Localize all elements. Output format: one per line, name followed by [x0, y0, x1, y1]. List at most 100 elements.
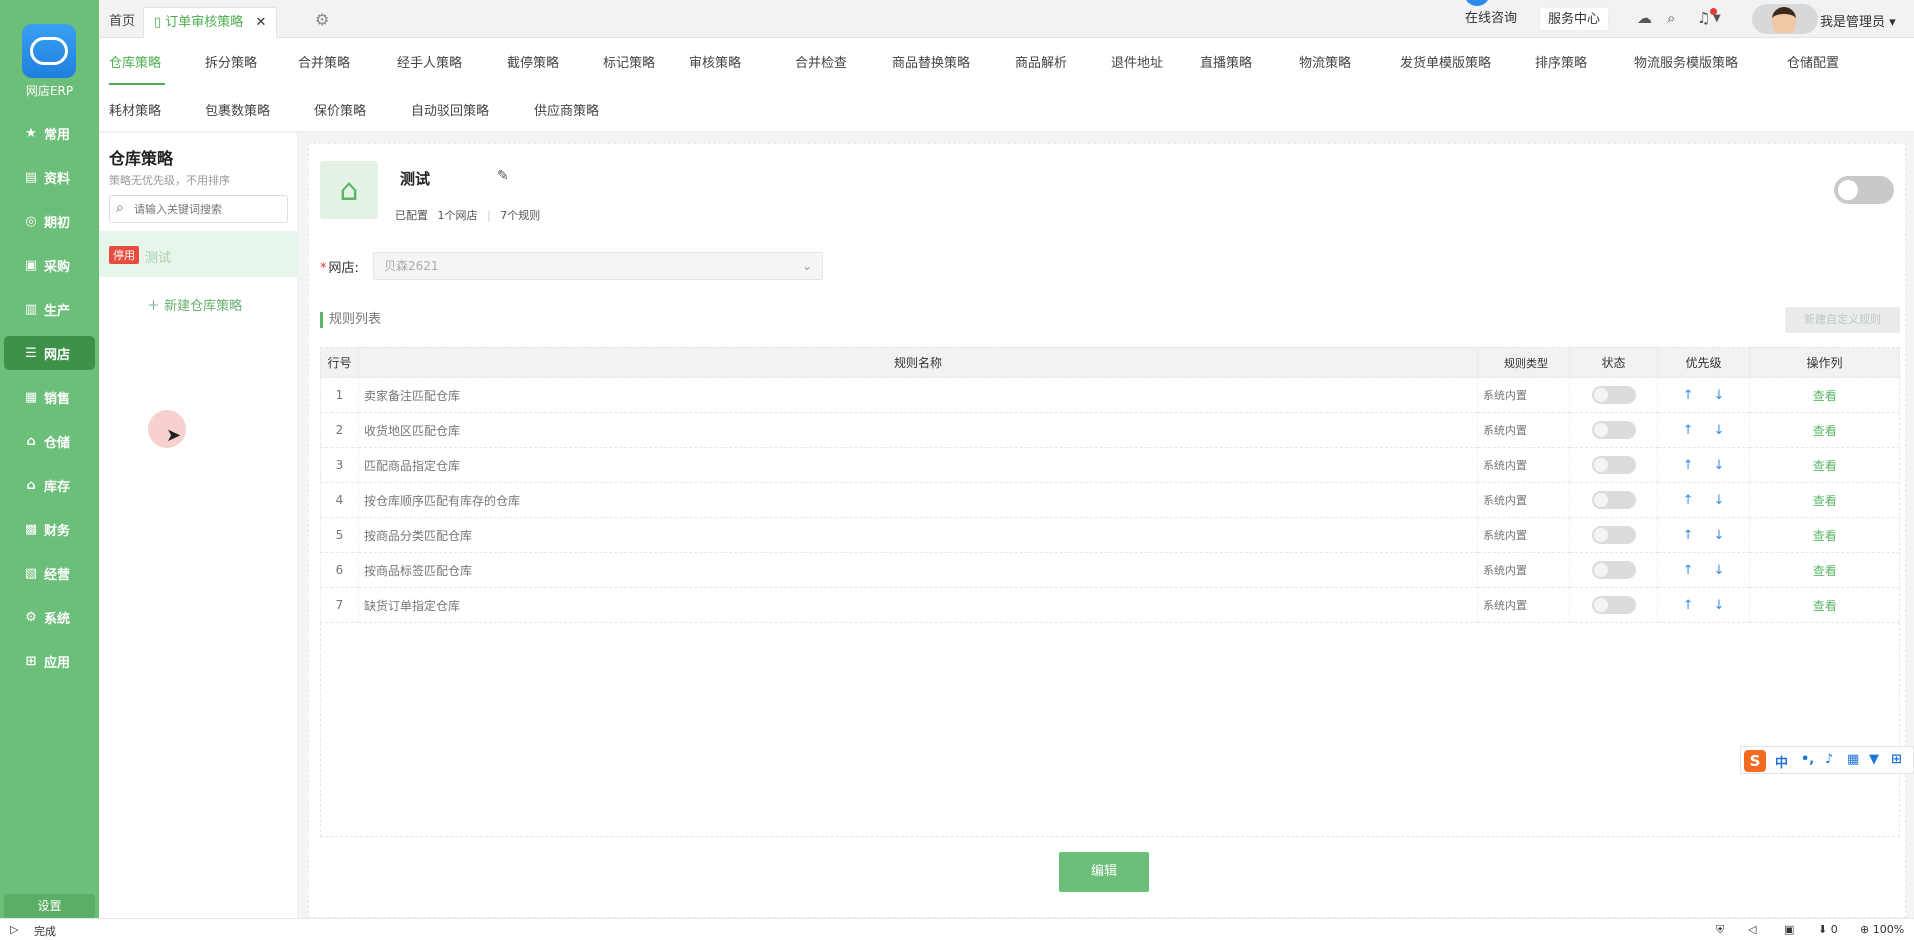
tab-strategy-10[interactable]: 退件地址 — [1111, 52, 1163, 71]
tab-strategy-5[interactable]: 标记策略 — [603, 52, 655, 71]
tab-strategy-7[interactable]: 合并检查 — [795, 52, 847, 71]
search-input[interactable] — [134, 200, 284, 218]
tab-strategy-12[interactable]: 物流策略 — [1299, 52, 1351, 71]
arrow-up-icon[interactable]: ↑ — [1683, 528, 1694, 543]
arrow-down-icon[interactable]: ↓ — [1714, 528, 1725, 543]
bell-icon[interactable]: ♫ — [1697, 9, 1710, 27]
user-name[interactable]: 我是管理员 ▾ — [1820, 11, 1896, 30]
microphone-icon[interactable]: ♪ — [1825, 752, 1833, 767]
tab-order-audit-strategy[interactable]: ▯ 订单审核策略 ✕ — [143, 7, 278, 38]
online-consult-button[interactable]: 在线咨询 — [1457, 7, 1525, 31]
sidebar-item-11[interactable]: ⚙ 系统 — [4, 600, 95, 634]
tab-strategy-row2-2[interactable]: 保价策略 — [314, 100, 366, 119]
speaker-icon[interactable]: ◁ — [1748, 923, 1756, 936]
arrow-down-icon[interactable]: ↓ — [1714, 388, 1725, 403]
tab-strategy-8[interactable]: 商品替换策略 — [892, 52, 970, 71]
tab-strategy-11[interactable]: 直播策略 — [1200, 52, 1252, 71]
view-link[interactable]: 查看 — [1813, 599, 1837, 613]
sidebar-item-7[interactable]: ⌂ 仓储 — [4, 424, 95, 458]
sidebar-item-10[interactable]: ▧ 经营 — [4, 556, 95, 590]
tab-strategy-4[interactable]: 截停策略 — [507, 52, 559, 71]
rule-state-toggle[interactable] — [1591, 421, 1636, 439]
download-count[interactable]: ⬇ 0 — [1818, 923, 1838, 936]
strategy-enable-toggle[interactable] — [1834, 176, 1894, 204]
arrow-down-icon[interactable]: ↓ — [1714, 563, 1725, 578]
tab-strategy-0[interactable]: 仓库策略 — [109, 52, 161, 71]
tab-strategy-13[interactable]: 发货单模版策略 — [1400, 52, 1491, 71]
briefcase-icon[interactable]: ▣ — [1784, 923, 1794, 936]
avatar[interactable] — [1752, 4, 1818, 34]
tab-strategy-16[interactable]: 仓储配置 — [1787, 52, 1839, 71]
view-link[interactable]: 查看 — [1813, 564, 1837, 578]
cloud-download-icon[interactable]: ☁ — [1637, 9, 1652, 27]
view-link[interactable]: 查看 — [1813, 389, 1837, 403]
sidebar-item-0[interactable]: ★ 常用 — [4, 116, 95, 150]
rule-state-toggle[interactable] — [1591, 561, 1636, 579]
list-item[interactable]: 停用 测试 — [99, 231, 298, 277]
rule-type: 系统内置 — [1477, 517, 1570, 553]
nav-icon: ⌂ — [26, 433, 36, 449]
tab-strategy-9[interactable]: 商品解析 — [1015, 52, 1067, 71]
search-icon[interactable]: ⌕ — [1667, 9, 1675, 27]
sidebar-item-6[interactable]: ▦ 销售 — [4, 380, 95, 414]
sidebar-item-3[interactable]: ▣ 采购 — [4, 248, 95, 282]
service-center-button[interactable]: 服务中心 — [1539, 7, 1610, 31]
rule-state-toggle[interactable] — [1591, 491, 1636, 509]
edit-button[interactable]: 编辑 — [1059, 852, 1149, 892]
view-link[interactable]: 查看 — [1813, 494, 1837, 508]
view-link[interactable]: 查看 — [1813, 529, 1837, 543]
arrow-up-icon[interactable]: ↑ — [1683, 388, 1694, 403]
store-select[interactable]: 贝森2621 ⌄ — [373, 252, 823, 280]
settings-button[interactable]: 设置 — [4, 894, 95, 918]
tab-strategy-2[interactable]: 合并策略 — [298, 52, 350, 71]
close-icon[interactable]: ✕ — [255, 15, 266, 30]
tab-home[interactable]: 首页 — [99, 7, 145, 38]
strategy-search[interactable]: ⌕ — [109, 195, 288, 223]
tab-strategy-1[interactable]: 拆分策略 — [205, 52, 257, 71]
tab-strategy-3[interactable]: 经手人策略 — [397, 52, 462, 71]
rule-state-toggle[interactable] — [1591, 596, 1636, 614]
sidebar-item-12[interactable]: ⊞ 应用 — [4, 644, 95, 678]
rule-state-toggle[interactable] — [1591, 386, 1636, 404]
arrow-down-icon[interactable]: ↓ — [1714, 493, 1725, 508]
ime-punctuation[interactable]: •, — [1801, 752, 1814, 767]
keyboard-icon[interactable]: ▦ — [1847, 752, 1859, 767]
pencil-icon[interactable]: ✎ — [497, 168, 509, 184]
arrow-up-icon[interactable]: ↑ — [1683, 423, 1694, 438]
caret-down-icon[interactable]: ▼ — [1713, 13, 1721, 24]
sidebar-item-8[interactable]: ⌂ 库存 — [4, 468, 95, 502]
rule-state-toggle[interactable] — [1591, 526, 1636, 544]
arrow-up-icon[interactable]: ↑ — [1683, 493, 1694, 508]
tab-strategy-15[interactable]: 物流服务模版策略 — [1634, 52, 1738, 71]
tab-strategy-row2-4[interactable]: 供应商策略 — [534, 100, 599, 119]
rule-state-toggle[interactable] — [1591, 456, 1636, 474]
tab-strategy-row2-3[interactable]: 自动驳回策略 — [411, 100, 489, 119]
arrow-down-icon[interactable]: ↓ — [1714, 598, 1725, 613]
gear-icon[interactable]: ⚙ — [315, 10, 329, 29]
grid-icon[interactable]: ⊞ — [1891, 752, 1902, 767]
arrow-up-icon[interactable]: ↑ — [1683, 563, 1694, 578]
new-custom-rule-button[interactable]: 新建自定义规则 — [1785, 307, 1900, 333]
arrow-down-icon[interactable]: ↓ — [1714, 423, 1725, 438]
panel-toggle-icon[interactable]: ▷ — [10, 923, 18, 936]
ime-language[interactable]: 中 — [1775, 752, 1788, 771]
new-strategy-button[interactable]: ＋ 新建仓库策略 — [147, 295, 242, 314]
skin-icon[interactable]: ▼ — [1869, 752, 1879, 767]
arrow-down-icon[interactable]: ↓ — [1714, 458, 1725, 473]
tab-strategy-row2-1[interactable]: 包裹数策略 — [205, 100, 270, 119]
arrow-up-icon[interactable]: ↑ — [1683, 458, 1694, 473]
zoom-level[interactable]: ⊕ 100% — [1860, 923, 1904, 936]
sidebar-item-5[interactable]: ☰ 网店 — [4, 336, 95, 370]
sidebar-item-1[interactable]: ▤ 资料 — [4, 160, 95, 194]
tab-strategy-row2-0[interactable]: 耗材策略 — [109, 100, 161, 119]
sogou-logo-icon[interactable]: S — [1744, 750, 1766, 772]
sidebar-item-9[interactable]: ▩ 财务 — [4, 512, 95, 546]
sidebar-item-2[interactable]: ◎ 期初 — [4, 204, 95, 238]
view-link[interactable]: 查看 — [1813, 424, 1837, 438]
sidebar-item-4[interactable]: ▥ 生产 — [4, 292, 95, 326]
view-link[interactable]: 查看 — [1813, 459, 1837, 473]
arrow-up-icon[interactable]: ↑ — [1683, 598, 1694, 613]
tab-strategy-14[interactable]: 排序策略 — [1535, 52, 1587, 71]
tab-strategy-6[interactable]: 审核策略 — [689, 52, 741, 71]
shield-icon[interactable]: ⛨ — [1716, 923, 1724, 937]
